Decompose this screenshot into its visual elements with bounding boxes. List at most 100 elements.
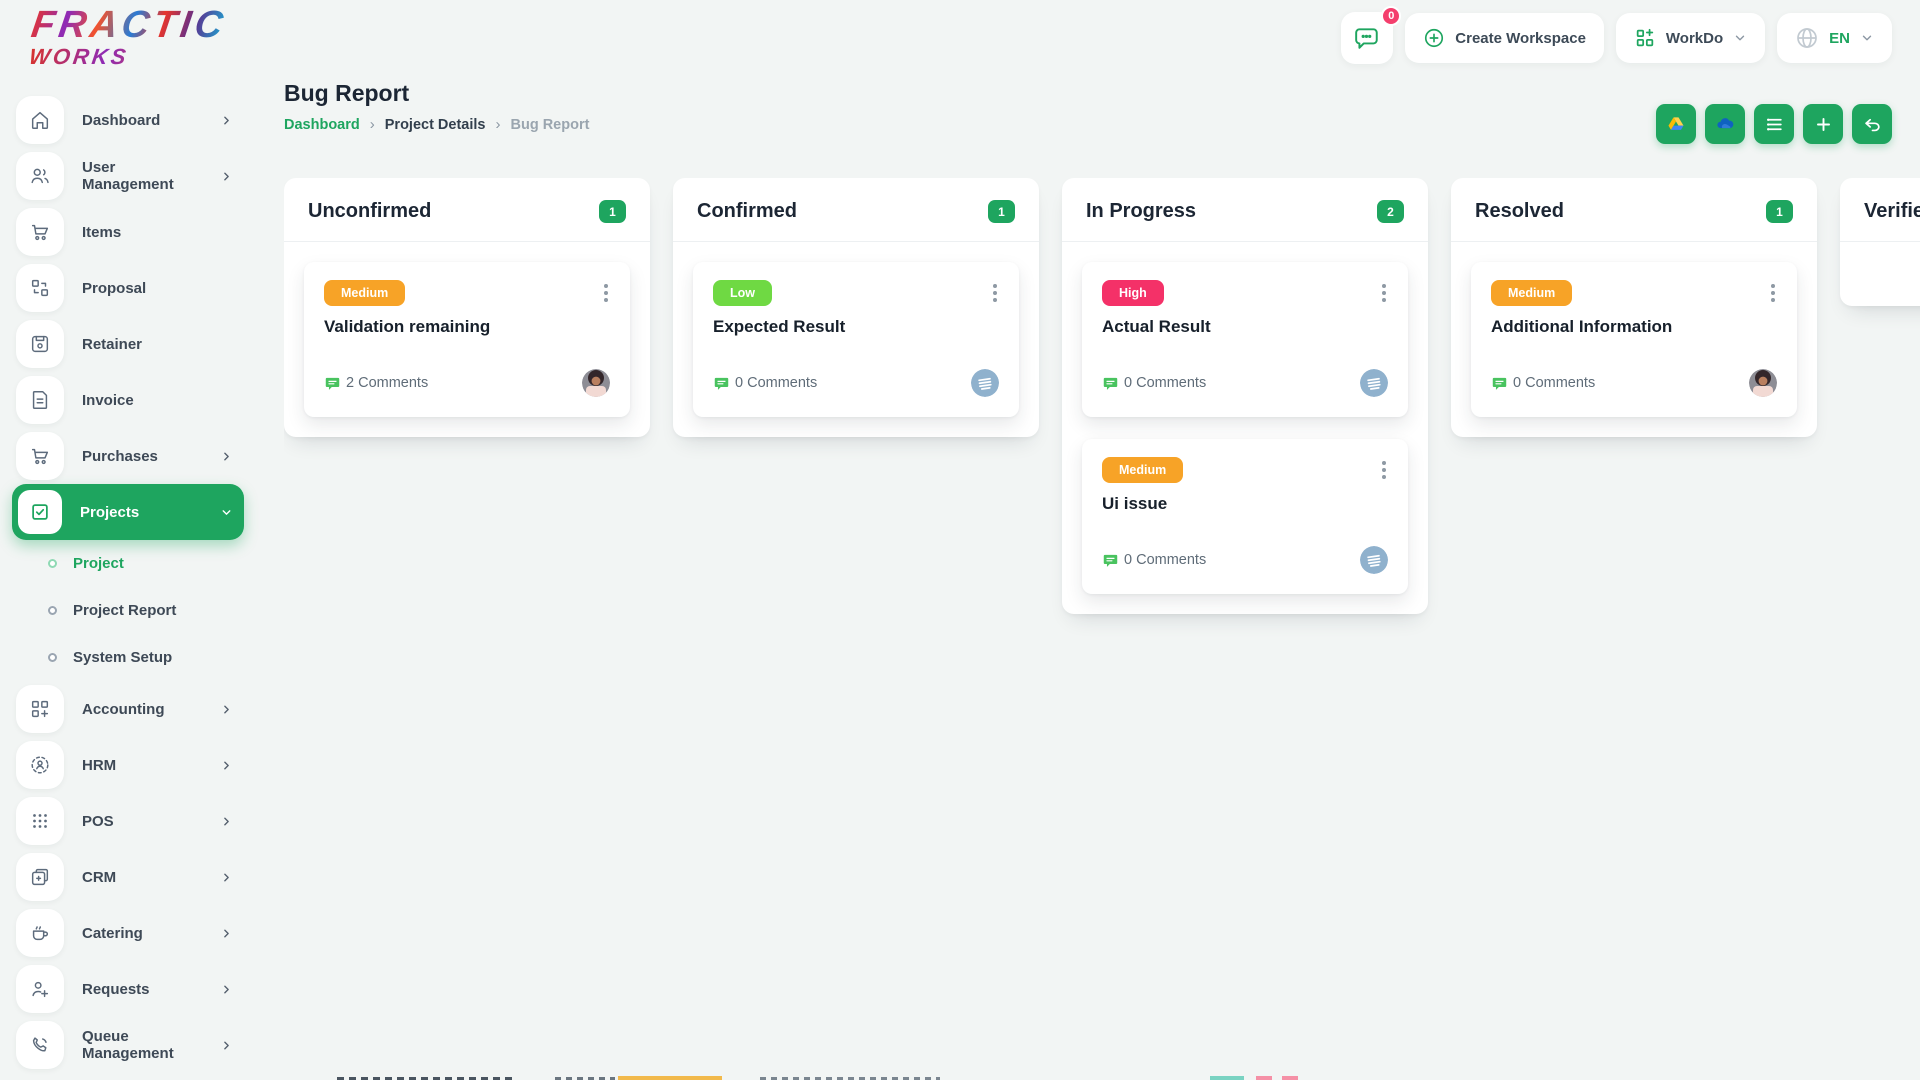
- breadcrumb: Dashboard › Project Details › Bug Report: [284, 116, 1892, 133]
- card-menu-icon[interactable]: [1380, 280, 1388, 306]
- hrm-icon: [16, 741, 64, 789]
- chevron-right-icon: [218, 703, 234, 716]
- column-unconfirmed: Unconfirmed 1 Medium Validation remainin…: [284, 178, 650, 437]
- task-card[interactable]: Low Expected Result 0 Comments: [693, 262, 1019, 417]
- chevron-separator-icon: ›: [369, 116, 375, 133]
- column-count-badge: 2: [1377, 200, 1404, 223]
- card-menu-icon[interactable]: [991, 280, 999, 306]
- sidebar-item-projects[interactable]: Projects: [12, 484, 244, 540]
- sidebar-item-dashboard[interactable]: Dashboard: [12, 92, 244, 148]
- column-count-badge: 1: [1766, 200, 1793, 223]
- sidebar-item-hrm[interactable]: HRM: [12, 737, 244, 793]
- google-drive-icon: [1666, 114, 1686, 134]
- create-workspace-button[interactable]: Create Workspace: [1405, 13, 1604, 63]
- workspace-avatar[interactable]: [971, 369, 999, 397]
- home-icon: [16, 96, 64, 144]
- workspace-switcher[interactable]: WorkDo: [1615, 13, 1766, 63]
- sidebar-subitem-project-report[interactable]: Project Report: [12, 587, 244, 634]
- back-button[interactable]: [1852, 104, 1892, 144]
- create-workspace-label: Create Workspace: [1455, 29, 1586, 47]
- assignee-avatar[interactable]: [1749, 369, 1777, 397]
- workspace-avatar[interactable]: [1360, 546, 1388, 574]
- sidebar-item-pos[interactable]: POS: [12, 793, 244, 849]
- dots-grid-icon: [16, 797, 64, 845]
- phone-icon: [16, 1021, 64, 1069]
- comment-icon: [324, 375, 341, 392]
- invoice-icon: [16, 376, 64, 424]
- messages-button[interactable]: 0: [1341, 6, 1402, 64]
- chevron-right-icon: [218, 1039, 234, 1052]
- comments-count: 0 Comments: [1491, 375, 1595, 392]
- chevron-right-icon: [218, 927, 234, 940]
- assignee-avatar[interactable]: [582, 369, 610, 397]
- task-card[interactable]: Medium Additional Information 0 Comments: [1471, 262, 1797, 417]
- card-menu-icon[interactable]: [1380, 457, 1388, 483]
- breadcrumb-project-details[interactable]: Project Details: [385, 117, 486, 133]
- column-in-progress: In Progress 2 High Actual Result 0 Comme…: [1062, 178, 1428, 614]
- google-drive-button[interactable]: [1656, 104, 1696, 144]
- crm-icon: [16, 853, 64, 901]
- user-plus-icon: [16, 965, 64, 1013]
- top-bar: FRACTIC WORKS 0 Create Workspace WorkDo …: [0, 0, 1920, 76]
- workspace-avatar[interactable]: [1360, 369, 1388, 397]
- comment-icon: [713, 375, 730, 392]
- card-menu-icon[interactable]: [1769, 280, 1777, 306]
- sidebar-item-accounting[interactable]: Accounting: [12, 681, 244, 737]
- card-menu-icon[interactable]: [602, 280, 610, 306]
- chevron-right-icon: [218, 759, 234, 772]
- sidebar-item-proposal[interactable]: Proposal: [12, 260, 244, 316]
- priority-badge: High: [1102, 280, 1164, 306]
- cart-icon: [16, 432, 64, 480]
- column-title: Unconfirmed: [308, 200, 432, 222]
- sidebar-subitem-project[interactable]: Project: [12, 540, 244, 587]
- card-title: Validation remaining: [324, 317, 491, 336]
- task-card[interactable]: Medium Validation remaining 2 Comments: [304, 262, 630, 417]
- task-card[interactable]: Medium Ui issue 0 Comments: [1082, 439, 1408, 594]
- onedrive-button[interactable]: [1705, 104, 1745, 144]
- check-square-icon: [18, 490, 62, 534]
- column-count-badge: 1: [988, 200, 1015, 223]
- brand-line1: FRACTIC: [28, 4, 230, 46]
- language-label: EN: [1829, 29, 1850, 47]
- language-selector[interactable]: EN: [1777, 13, 1892, 63]
- sidebar-item-catering[interactable]: Catering: [12, 905, 244, 961]
- board-toolbar: [1656, 104, 1892, 144]
- sidebar-item-user-management[interactable]: User Management: [12, 148, 244, 204]
- chevron-right-icon: [218, 871, 234, 884]
- workspace-label: WorkDo: [1665, 29, 1724, 47]
- page-title: Bug Report: [284, 80, 410, 106]
- bottom-cut-content: [0, 1075, 1920, 1080]
- comment-icon: [1102, 552, 1119, 569]
- sidebar-item-crm[interactable]: CRM: [12, 849, 244, 905]
- sidebar-item-items[interactable]: Items: [12, 204, 244, 260]
- sidebar-item-queue-management[interactable]: Queue Management: [12, 1017, 244, 1073]
- column-title: Verified: [1864, 200, 1920, 222]
- chevron-separator-icon: ›: [495, 116, 501, 133]
- column-verified: Verified: [1840, 178, 1920, 306]
- column-confirmed: Confirmed 1 Low Expected Result 0 Commen…: [673, 178, 1039, 437]
- sidebar-item-retainer[interactable]: Retainer: [12, 316, 244, 372]
- chevron-down-icon: [1733, 31, 1747, 45]
- plus-circle-icon: [1423, 27, 1445, 49]
- users-icon: [16, 152, 64, 200]
- bullet-icon: [48, 559, 57, 568]
- card-title: Actual Result: [1102, 317, 1211, 336]
- onedrive-icon: [1714, 113, 1736, 135]
- sidebar-item-purchases[interactable]: Purchases: [12, 428, 244, 484]
- add-button[interactable]: [1803, 104, 1843, 144]
- brand-line2: WORKS: [28, 44, 224, 69]
- task-card[interactable]: High Actual Result 0 Comments: [1082, 262, 1408, 417]
- proposal-icon: [16, 264, 64, 312]
- sidebar-subitem-system-setup[interactable]: System Setup: [12, 634, 244, 681]
- brand-logo[interactable]: FRACTIC WORKS: [26, 4, 230, 69]
- list-view-button[interactable]: [1754, 104, 1794, 144]
- sidebar-item-invoice[interactable]: Invoice: [12, 372, 244, 428]
- plus-icon: [1814, 115, 1833, 134]
- breadcrumb-dashboard[interactable]: Dashboard: [284, 117, 360, 133]
- chevron-right-icon: [218, 450, 234, 463]
- sidebar-item-requests[interactable]: Requests: [12, 961, 244, 1017]
- card-title: Ui issue: [1102, 494, 1168, 513]
- grid-plus-icon: [16, 685, 64, 733]
- chevron-right-icon: [218, 170, 234, 183]
- priority-badge: Medium: [1102, 457, 1184, 483]
